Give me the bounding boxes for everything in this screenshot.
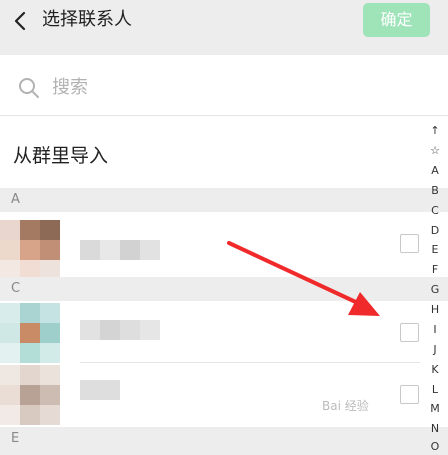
watermark: Bai 经验 [322,399,369,413]
annotation-arrow-icon [227,241,380,316]
